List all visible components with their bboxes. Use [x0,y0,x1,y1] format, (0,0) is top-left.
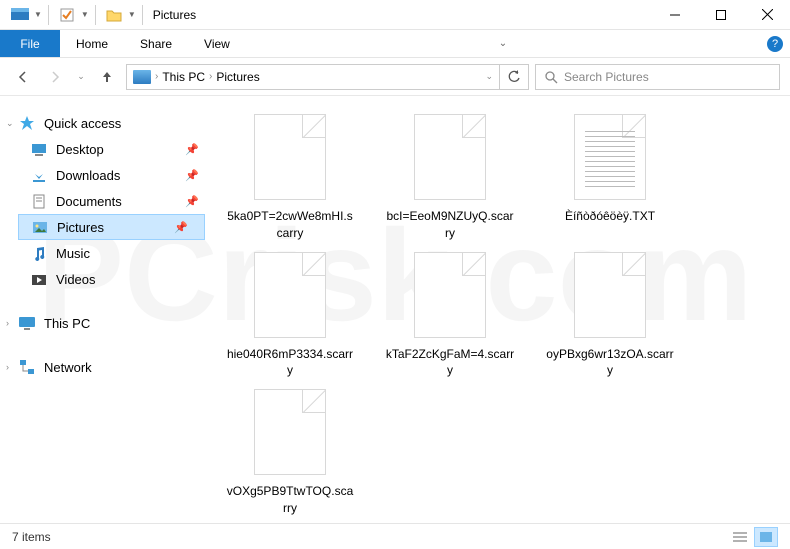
file-name: oyPBxg6wr13zOA.scarry [545,346,675,380]
search-icon [544,70,558,84]
sidebar-item-label: Documents [56,194,122,209]
file-item[interactable]: bcI=EeoM9NZUyQ.scarry [385,114,515,242]
chevron-right-icon: › [209,71,212,82]
window-title: Pictures [153,8,196,22]
view-details-button[interactable] [728,527,752,547]
file-icon [254,252,326,338]
view-icons-button[interactable] [754,527,778,547]
chevron-right-icon: › [6,318,9,328]
file-item[interactable]: kTaF2ZcKgFaM=4.scarry [385,252,515,380]
search-input[interactable]: Search Pictures [535,64,780,90]
file-icon [414,252,486,338]
chevron-down-icon: ⌄ [6,118,14,129]
file-name: vOXg5PB9TtwTOQ.scarry [225,483,355,517]
sidebar-thispc[interactable]: › This PC [18,310,215,336]
file-icon [574,252,646,338]
sidebar-quickaccess-header[interactable]: ⌄ Quick access [18,110,215,136]
file-name: 5ka0PT=2cwWe8mHI.scarry [225,208,355,242]
address-dropdown-icon[interactable]: ⌄ [485,71,493,82]
sidebar-item-label: Videos [56,272,96,287]
network-icon [18,358,36,376]
file-icon [414,114,486,200]
sidebar-label: Quick access [44,116,121,131]
pin-icon: 📌 [174,221,188,234]
file-item[interactable]: oyPBxg6wr13zOA.scarry [545,252,675,380]
search-placeholder: Search Pictures [564,70,649,84]
nav-back-button[interactable] [10,64,36,90]
nav-bar: ⌄ › This PC › Pictures ⌄ Search Pictures [0,58,790,96]
file-icon [254,389,326,475]
sidebar-item-videos[interactable]: Videos [18,266,215,292]
pin-icon: 📌 [185,169,199,182]
file-name: Èíñòðóêöèÿ.TXT [565,208,655,225]
sidebar-item-label: Music [56,246,90,261]
breadcrumb-part-pictures[interactable]: Pictures [216,70,259,84]
chevron-right-icon: › [155,71,158,82]
address-bar[interactable]: › This PC › Pictures ⌄ [126,64,500,90]
star-icon [18,114,36,132]
maximize-button[interactable] [698,0,744,30]
file-icon [574,114,646,200]
folder-icon[interactable] [102,4,126,26]
minimize-button[interactable] [652,0,698,30]
ribbon-tab-home[interactable]: Home [60,30,124,57]
close-button[interactable] [744,0,790,30]
monitor-icon [18,314,36,332]
status-bar: 7 items [0,523,790,549]
sidebar-item-label: Downloads [56,168,120,183]
titlebar: ▼ ▼ ▼ Pictures [0,0,790,30]
videos-icon [30,270,48,288]
sidebar-network[interactable]: › Network [18,354,215,380]
nav-forward-button[interactable] [42,64,68,90]
breadcrumb-part-thispc[interactable]: This PC [162,70,205,84]
sidebar-item-documents[interactable]: Documents 📌 [18,188,215,214]
sidebar-item-label: Desktop [56,142,104,157]
ribbon-tab-view[interactable]: View [188,30,246,57]
nav-up-button[interactable] [94,64,120,90]
pin-icon: 📌 [185,143,199,156]
help-icon: ? [767,36,783,52]
ribbon-tabs: File Home Share View ⌄ ? [0,30,790,58]
navigation-pane: ⌄ Quick access Desktop📌Downloads📌Documen… [0,96,215,523]
file-name: hie040R6mP3334.scarry [225,346,355,380]
file-item[interactable]: hie040R6mP3334.scarry [225,252,355,380]
ribbon-file-tab[interactable]: File [0,30,60,57]
help-button[interactable]: ? [760,30,790,57]
sidebar-item-pictures[interactable]: Pictures 📌 [18,214,205,240]
file-item[interactable]: vOXg5PB9TtwTOQ.scarry [225,389,355,517]
pictures-icon [31,218,49,236]
file-item[interactable]: 5ka0PT=2cwWe8mHI.scarry [225,114,355,242]
nav-recent-dropdown[interactable]: ⌄ [74,64,88,90]
file-icon [254,114,326,200]
desktop-icon [30,140,48,158]
file-item[interactable]: Èíñòðóêöèÿ.TXT [545,114,675,242]
sidebar-item-desktop[interactable]: Desktop 📌 [18,136,215,162]
location-icon [133,70,151,84]
status-item-count: 7 items [12,530,51,544]
ribbon-expand-icon[interactable]: ⌄ [488,30,518,57]
sidebar-item-label: Pictures [57,220,104,235]
documents-icon [30,192,48,210]
downloads-icon [30,166,48,184]
pin-icon: 📌 [185,195,199,208]
refresh-button[interactable] [499,64,529,90]
sidebar-label: Network [44,360,92,375]
file-name: bcI=EeoM9NZUyQ.scarry [385,208,515,242]
file-grid[interactable]: 5ka0PT=2cwWe8mHI.scarry bcI=EeoM9NZUyQ.sc… [215,96,790,523]
sidebar-item-music[interactable]: Music [18,240,215,266]
music-icon [30,244,48,262]
ribbon-tab-share[interactable]: Share [124,30,188,57]
chevron-right-icon: › [6,362,9,372]
explorer-icon[interactable] [8,4,32,26]
sidebar-item-downloads[interactable]: Downloads 📌 [18,162,215,188]
qat-properties-icon[interactable] [55,4,79,26]
file-name: kTaF2ZcKgFaM=4.scarry [385,346,515,380]
main-area: ⌄ Quick access Desktop📌Downloads📌Documen… [0,96,790,523]
sidebar-label: This PC [44,316,90,331]
